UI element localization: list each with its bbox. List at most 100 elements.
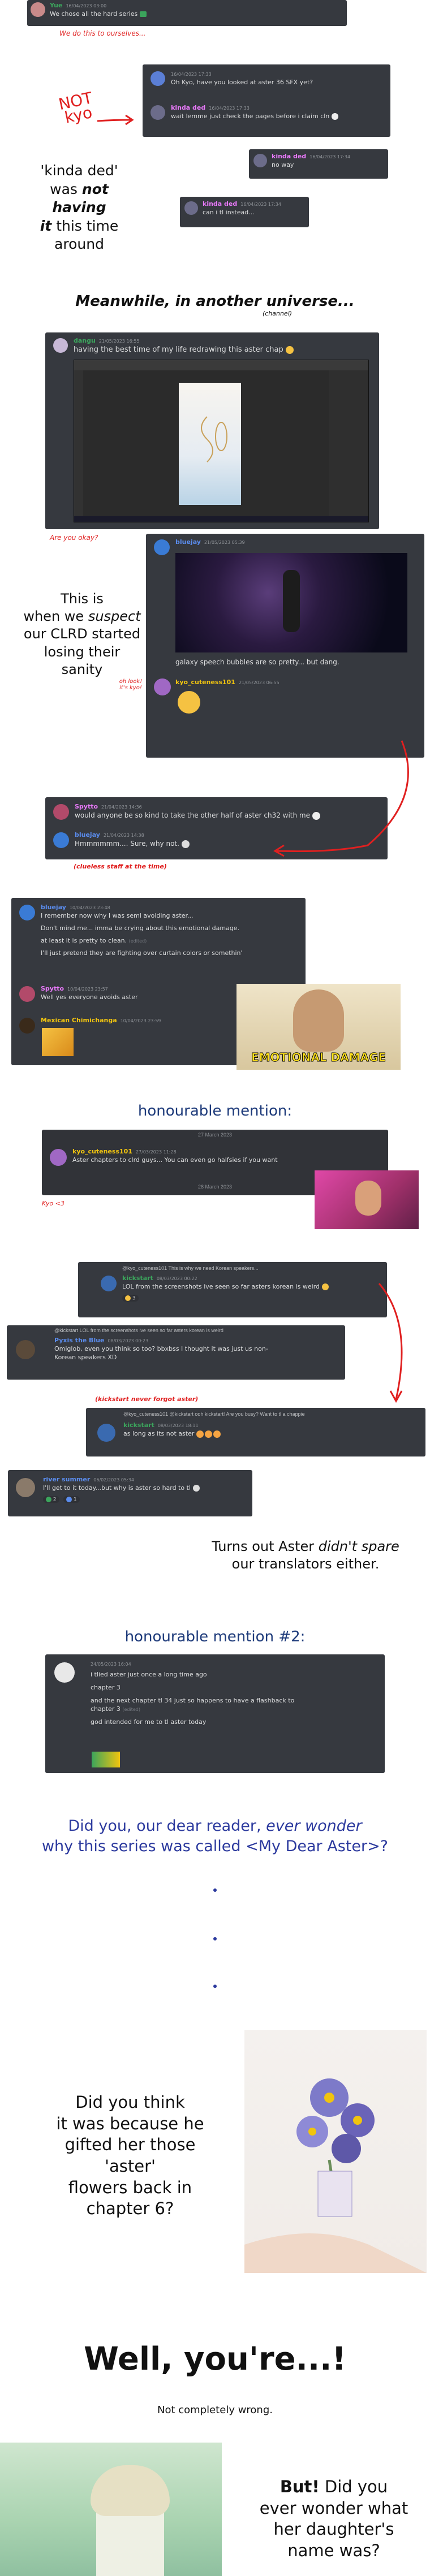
message-text: can i tl instead... xyxy=(203,209,255,216)
swirl-icon xyxy=(201,416,227,463)
message-text: Hmmmmmm.... Sure, why not. xyxy=(75,840,190,848)
username: dangu xyxy=(74,337,96,344)
meme-face xyxy=(293,989,344,1052)
timestamp: 21/05/2023 05:39 xyxy=(204,540,245,545)
editor-left-tools xyxy=(74,370,83,516)
caption-clueless: (clueless staff at the time) xyxy=(74,863,167,870)
honourable-mention-title: honourable mention: xyxy=(137,1103,293,1120)
emoji-icon xyxy=(321,1283,329,1290)
ellipsis-dot xyxy=(213,1985,217,1988)
skull-emoji-icon xyxy=(181,840,190,848)
caption-ourselves: We do this to ourselves... xyxy=(59,29,146,37)
chat-panel-tl-instead: kinda ded 16/04/2023 17:34 can i tl inste… xyxy=(180,197,309,227)
username: Spytto xyxy=(41,985,64,992)
reply-reference: @kyo_cuteness101 This is why we need Kor… xyxy=(122,1265,259,1271)
timestamp: 21/04/2023 14:38 xyxy=(103,833,144,838)
avatar xyxy=(150,71,165,86)
date-divider: 27 March 2023 xyxy=(197,1132,233,1138)
chat-panel-dangu: dangu 21/05/2023 16:55 having the best ti… xyxy=(45,332,379,529)
username: Spytto xyxy=(75,803,98,810)
message-text: at least it is pretty to clean. (edited) xyxy=(41,937,147,944)
timestamp: 21/05/2023 06:55 xyxy=(238,680,280,685)
username: Pyxis the Blue xyxy=(54,1337,105,1344)
avatar xyxy=(150,105,165,120)
skull-emoji-icon xyxy=(192,1485,200,1492)
timestamp: 10/04/2023 23:48 xyxy=(69,905,110,910)
chat-panel-tlied-aster: 24/05/2023 16:04 i tlied aster just once… xyxy=(45,1654,385,1773)
smirk-emoji-icon xyxy=(178,691,200,714)
timestamp: 10/04/2023 23:59 xyxy=(120,1018,161,1023)
avatar xyxy=(16,1340,35,1359)
avatar xyxy=(53,832,69,848)
timestamp: 16/04/2023 17:33 xyxy=(171,72,212,77)
arrow-icon xyxy=(97,114,134,126)
caption-oh-look: oh look! it's kyo! xyxy=(119,678,143,691)
timestamp: 08/03/2023 18:11 xyxy=(157,1423,199,1428)
emoji-icon xyxy=(125,1295,131,1301)
username: Yue xyxy=(50,2,63,9)
avatar xyxy=(50,1149,67,1166)
emoji-icon xyxy=(66,1496,72,1502)
message-text: I remember now why I was semi avoiding a… xyxy=(41,912,194,919)
username: kyo_cuteness101 xyxy=(175,678,235,686)
avatar xyxy=(184,201,198,215)
message-text: i tlied aster just once a long time ago xyxy=(91,1671,207,1678)
username: kinda ded xyxy=(171,104,206,111)
avatar xyxy=(19,986,35,1002)
ellipsis-dot xyxy=(213,1937,217,1940)
message-text: galaxy speech bubbles are so pretty... b… xyxy=(175,658,339,666)
reaction-badge[interactable]: 2 xyxy=(43,1496,59,1503)
username: kinda ded xyxy=(203,200,238,208)
username: bluejay xyxy=(175,538,201,546)
avatar xyxy=(53,338,68,353)
avatar xyxy=(53,804,69,820)
sticker-icon xyxy=(42,1028,74,1056)
narration-kinda-ded: 'kinda ded' was not having it this time … xyxy=(40,162,119,252)
sticker-icon xyxy=(92,1752,120,1767)
avatar xyxy=(253,154,267,167)
chat-panel-no-way: kinda ded 16/04/2023 17:34 no way xyxy=(249,149,388,179)
narration-sanity: This is when we suspect our CLRD started… xyxy=(23,591,141,677)
message-text: I'll just pretend they are fighting over… xyxy=(41,949,243,957)
message-text: and the next chapter tl 34 just so happe… xyxy=(91,1697,295,1704)
timestamp: 27/03/2023 11:28 xyxy=(135,1149,177,1155)
well-youre: Well, you're...! xyxy=(84,2341,346,2378)
editor-right-panel xyxy=(329,370,368,516)
timestamp: 21/05/2023 16:55 xyxy=(98,339,140,344)
ellipsis-dot xyxy=(213,1888,217,1892)
message-text: Oh Kyo, have you looked at aster 36 SFX … xyxy=(171,79,313,86)
chat-panel-top: Yue 16/04/2023 03:00 We chose all the har… xyxy=(27,0,347,26)
caption-never-forgot: (kickstart never forgot aster) xyxy=(95,1395,199,1403)
message-text: Aster chapters to clrd guys... You can e… xyxy=(72,1156,278,1164)
emoji-icon xyxy=(196,1430,204,1438)
flower-icon xyxy=(244,2078,427,2273)
avatar xyxy=(154,539,170,555)
character-hair xyxy=(91,2465,170,2516)
avatar xyxy=(54,1662,75,1683)
meme-face xyxy=(355,1181,381,1216)
narration-daughter: But! Did you ever wonder what her daught… xyxy=(259,2477,408,2561)
message-text: Omiglob, even you think so too? bbxbss I… xyxy=(54,1345,268,1352)
reaction-badge[interactable]: 1 xyxy=(63,1496,80,1503)
not-completely-wrong: Not completely wrong. xyxy=(157,2404,273,2416)
message-text: chapter 3 xyxy=(91,1684,121,1691)
avatar xyxy=(19,1018,35,1034)
laughing-meme xyxy=(315,1170,419,1229)
message-text: having the best time of my life redrawin… xyxy=(74,345,294,354)
timestamp: 08/03/2023 00:23 xyxy=(108,1338,149,1343)
arrow-icon xyxy=(378,1283,403,1403)
reaction-badge[interactable]: 3 xyxy=(122,1294,139,1302)
emoji-icon xyxy=(331,113,338,120)
canvas-art xyxy=(179,383,241,505)
chat-panel-bluejay-galaxy: bluejay 21/05/2023 05:39 galaxy speech bu… xyxy=(146,534,424,758)
username: river summer xyxy=(43,1476,91,1483)
timestamp: 16/04/2023 17:34 xyxy=(309,154,350,159)
caption-kyo-love: Kyo <3 xyxy=(42,1200,64,1207)
message-text: Well yes everyone avoids aster xyxy=(41,993,138,1001)
narration-translators: Turns out Aster didn't spare our transla… xyxy=(212,1538,399,1572)
emoji-icon xyxy=(204,1430,212,1438)
arrow-icon xyxy=(273,740,409,857)
chat-panel-korean-weird: @kyo_cuteness101 This is why we need Kor… xyxy=(78,1262,387,1317)
username: bluejay xyxy=(41,904,66,911)
timestamp: 24/05/2023 16:04 xyxy=(91,1662,131,1667)
